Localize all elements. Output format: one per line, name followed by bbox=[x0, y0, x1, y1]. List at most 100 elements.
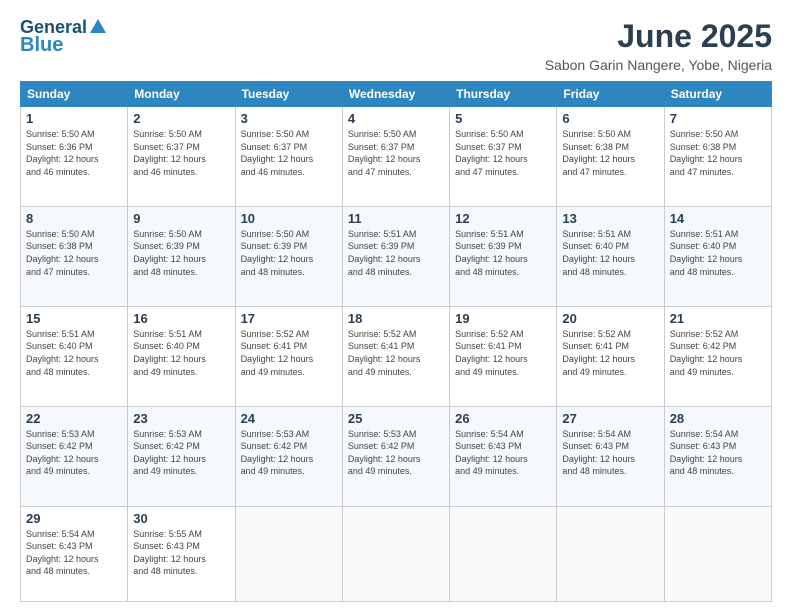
day-number: 13 bbox=[562, 211, 658, 226]
table-row: 1Sunrise: 5:50 AM Sunset: 6:36 PM Daylig… bbox=[21, 107, 128, 207]
day-info: Sunrise: 5:54 AM Sunset: 6:43 PM Dayligh… bbox=[455, 428, 551, 478]
table-row: 20 Sunrise: 5:52 AM Sunset: 6:41 PM Dayli… bbox=[557, 306, 664, 406]
day-info: Sunrise: 5:51 AM Sunset: 6:40 PM Dayligh… bbox=[670, 228, 766, 278]
day-info: Sunrise: 5:50 AM Sunset: 6:39 PM Dayligh… bbox=[241, 228, 337, 278]
day-info: Sunrise: 5:54 AM Sunset: 6:43 PM Dayligh… bbox=[26, 528, 122, 578]
col-friday: Friday bbox=[557, 82, 664, 107]
table-row bbox=[450, 506, 557, 601]
day-number: 6 bbox=[562, 111, 658, 126]
table-row: 6 Sunrise: 5:50 AM Sunset: 6:38 PM Daylig… bbox=[557, 107, 664, 207]
day-info: Sunrise: 5:52 AM Sunset: 6:41 PM Dayligh… bbox=[562, 328, 658, 378]
day-info: Sunrise: 5:50 AM Sunset: 6:37 PM Dayligh… bbox=[455, 128, 551, 178]
day-number: 2 bbox=[133, 111, 229, 126]
table-row: 27Sunrise: 5:54 AM Sunset: 6:43 PM Dayli… bbox=[557, 406, 664, 506]
day-info: Sunrise: 5:50 AM Sunset: 6:38 PM Dayligh… bbox=[562, 128, 658, 178]
table-row: 3 Sunrise: 5:50 AM Sunset: 6:37 PM Daylig… bbox=[235, 107, 342, 207]
table-row: 8 Sunrise: 5:50 AM Sunset: 6:38 PM Daylig… bbox=[21, 206, 128, 306]
table-row: 22 Sunrise: 5:53 AM Sunset: 6:42 PM Dayli… bbox=[21, 406, 128, 506]
table-row: 17Sunrise: 5:52 AM Sunset: 6:41 PM Dayli… bbox=[235, 306, 342, 406]
day-info: Sunrise: 5:53 AM Sunset: 6:42 PM Dayligh… bbox=[348, 428, 444, 478]
day-number: 22 bbox=[26, 411, 122, 426]
day-info: Sunrise: 5:50 AM Sunset: 6:38 PM Dayligh… bbox=[670, 128, 766, 178]
day-number: 8 bbox=[26, 211, 122, 226]
calendar: Sunday Monday Tuesday Wednesday Thursday… bbox=[20, 81, 772, 602]
table-row: 5 Sunrise: 5:50 AM Sunset: 6:37 PM Daylig… bbox=[450, 107, 557, 207]
day-number: 5 bbox=[455, 111, 551, 126]
logo: General Blue bbox=[20, 18, 106, 56]
day-info: Sunrise: 5:52 AM Sunset: 6:41 PM Dayligh… bbox=[455, 328, 551, 378]
day-info: Sunrise: 5:50 AM Sunset: 6:36 PM Dayligh… bbox=[26, 128, 122, 178]
day-number: 4 bbox=[348, 111, 444, 126]
table-row: 13 Sunrise: 5:51 AM Sunset: 6:40 PM Dayli… bbox=[557, 206, 664, 306]
day-info: Sunrise: 5:50 AM Sunset: 6:38 PM Dayligh… bbox=[26, 228, 122, 278]
day-info: Sunrise: 5:52 AM Sunset: 6:41 PM Dayligh… bbox=[348, 328, 444, 378]
table-row bbox=[235, 506, 342, 601]
day-info: Sunrise: 5:54 AM Sunset: 6:43 PM Dayligh… bbox=[562, 428, 658, 478]
day-number: 19 bbox=[455, 311, 551, 326]
day-number: 30 bbox=[133, 511, 229, 526]
day-info: Sunrise: 5:54 AM Sunset: 6:43 PM Dayligh… bbox=[670, 428, 766, 478]
day-number: 29 bbox=[26, 511, 122, 526]
day-info: Sunrise: 5:51 AM Sunset: 6:39 PM Dayligh… bbox=[455, 228, 551, 278]
col-thursday: Thursday bbox=[450, 82, 557, 107]
day-info: Sunrise: 5:51 AM Sunset: 6:40 PM Dayligh… bbox=[26, 328, 122, 378]
day-number: 26 bbox=[455, 411, 551, 426]
table-row bbox=[342, 506, 449, 601]
col-monday: Monday bbox=[128, 82, 235, 107]
day-number: 23 bbox=[133, 411, 229, 426]
day-info: Sunrise: 5:52 AM Sunset: 6:42 PM Dayligh… bbox=[670, 328, 766, 378]
day-number: 16 bbox=[133, 311, 229, 326]
day-info: Sunrise: 5:50 AM Sunset: 6:37 PM Dayligh… bbox=[241, 128, 337, 178]
table-row: 26 Sunrise: 5:54 AM Sunset: 6:43 PM Dayli… bbox=[450, 406, 557, 506]
col-tuesday: Tuesday bbox=[235, 82, 342, 107]
calendar-header-row: Sunday Monday Tuesday Wednesday Thursday… bbox=[21, 82, 772, 107]
logo-icon bbox=[90, 19, 106, 33]
day-info: Sunrise: 5:51 AM Sunset: 6:39 PM Dayligh… bbox=[348, 228, 444, 278]
month-title: June 2025 bbox=[545, 18, 772, 55]
day-info: Sunrise: 5:53 AM Sunset: 6:42 PM Dayligh… bbox=[26, 428, 122, 478]
day-number: 14 bbox=[670, 211, 766, 226]
table-row: 4 Sunrise: 5:50 AM Sunset: 6:37 PM Daylig… bbox=[342, 107, 449, 207]
day-number: 24 bbox=[241, 411, 337, 426]
table-row: 9 Sunrise: 5:50 AM Sunset: 6:39 PM Daylig… bbox=[128, 206, 235, 306]
table-row bbox=[664, 506, 771, 601]
table-row: 16 Sunrise: 5:51 AM Sunset: 6:40 PM Dayli… bbox=[128, 306, 235, 406]
table-row: 24 Sunrise: 5:53 AM Sunset: 6:42 PM Dayli… bbox=[235, 406, 342, 506]
day-info: Sunrise: 5:50 AM Sunset: 6:37 PM Dayligh… bbox=[133, 128, 229, 178]
day-number: 28 bbox=[670, 411, 766, 426]
day-number: 3 bbox=[241, 111, 337, 126]
subtitle: Sabon Garin Nangere, Yobe, Nigeria bbox=[545, 57, 772, 73]
table-row: 28 Sunrise: 5:54 AM Sunset: 6:43 PM Dayli… bbox=[664, 406, 771, 506]
table-row: 23 Sunrise: 5:53 AM Sunset: 6:42 PM Dayli… bbox=[128, 406, 235, 506]
page: General Blue June 2025 Sabon Garin Nange… bbox=[0, 0, 792, 612]
day-info: Sunrise: 5:55 AM Sunset: 6:43 PM Dayligh… bbox=[133, 528, 229, 578]
day-number: 25 bbox=[348, 411, 444, 426]
day-info: Sunrise: 5:53 AM Sunset: 6:42 PM Dayligh… bbox=[133, 428, 229, 478]
table-row: 19 Sunrise: 5:52 AM Sunset: 6:41 PM Dayli… bbox=[450, 306, 557, 406]
table-row: 18 Sunrise: 5:52 AM Sunset: 6:41 PM Dayli… bbox=[342, 306, 449, 406]
title-area: June 2025 Sabon Garin Nangere, Yobe, Nig… bbox=[545, 18, 772, 73]
day-info: Sunrise: 5:50 AM Sunset: 6:39 PM Dayligh… bbox=[133, 228, 229, 278]
day-number: 12 bbox=[455, 211, 551, 226]
day-info: Sunrise: 5:52 AM Sunset: 6:41 PM Dayligh… bbox=[241, 328, 337, 378]
col-wednesday: Wednesday bbox=[342, 82, 449, 107]
day-number: 18 bbox=[348, 311, 444, 326]
day-number: 21 bbox=[670, 311, 766, 326]
header: General Blue June 2025 Sabon Garin Nange… bbox=[20, 18, 772, 73]
day-number: 11 bbox=[348, 211, 444, 226]
day-number: 9 bbox=[133, 211, 229, 226]
table-row: 15 Sunrise: 5:51 AM Sunset: 6:40 PM Dayli… bbox=[21, 306, 128, 406]
table-row: 14 Sunrise: 5:51 AM Sunset: 6:40 PM Dayli… bbox=[664, 206, 771, 306]
table-row: 21 Sunrise: 5:52 AM Sunset: 6:42 PM Dayli… bbox=[664, 306, 771, 406]
day-number: 15 bbox=[26, 311, 122, 326]
day-info: Sunrise: 5:51 AM Sunset: 6:40 PM Dayligh… bbox=[562, 228, 658, 278]
day-info: Sunrise: 5:53 AM Sunset: 6:42 PM Dayligh… bbox=[241, 428, 337, 478]
day-info: Sunrise: 5:51 AM Sunset: 6:40 PM Dayligh… bbox=[133, 328, 229, 378]
day-number: 20 bbox=[562, 311, 658, 326]
day-info: Sunrise: 5:50 AM Sunset: 6:37 PM Dayligh… bbox=[348, 128, 444, 178]
day-number: 10 bbox=[241, 211, 337, 226]
table-row: 12 Sunrise: 5:51 AM Sunset: 6:39 PM Dayli… bbox=[450, 206, 557, 306]
table-row: 25 Sunrise: 5:53 AM Sunset: 6:42 PM Dayli… bbox=[342, 406, 449, 506]
table-row bbox=[557, 506, 664, 601]
logo-blue: Blue bbox=[20, 34, 63, 56]
